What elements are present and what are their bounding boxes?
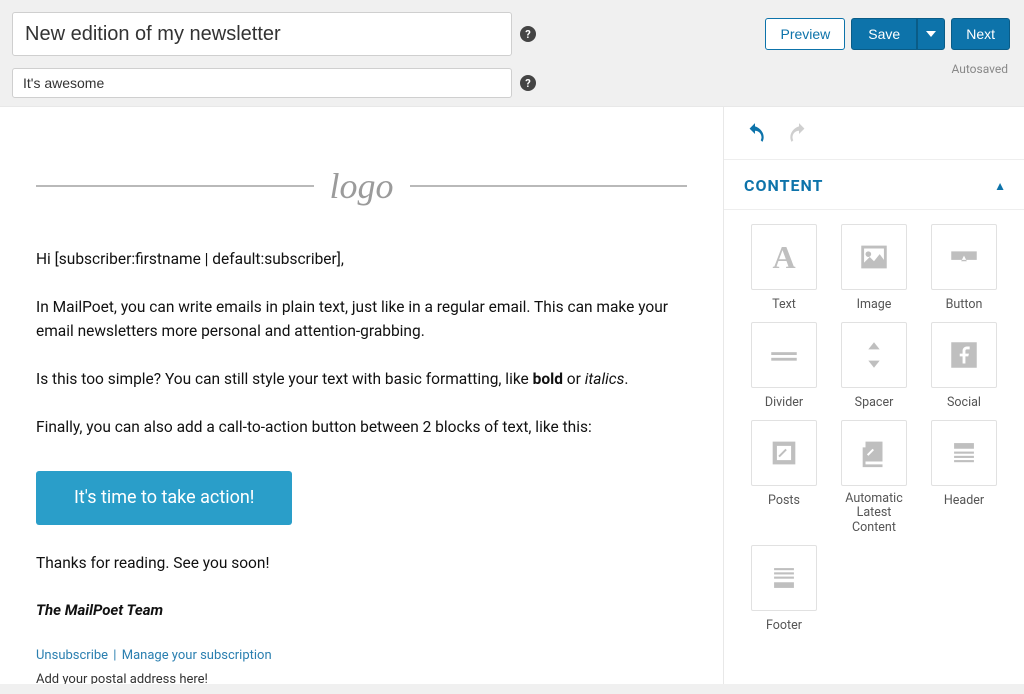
redo-icon xyxy=(786,121,812,147)
undo-button[interactable] xyxy=(742,121,768,151)
button-icon xyxy=(947,240,981,274)
text-icon: A xyxy=(772,239,795,276)
sidebar: CONTENT ▲ A Text Image Button xyxy=(724,106,1024,684)
footer-icon xyxy=(767,561,801,595)
block-divider[interactable]: Divider xyxy=(744,322,824,410)
preview-button[interactable]: Preview xyxy=(765,18,845,50)
manage-subscription-link[interactable]: Manage your subscription xyxy=(122,648,272,663)
newsletter-body[interactable]: Hi [subscriber:firstname | default:subsc… xyxy=(36,247,687,684)
history-toolbar xyxy=(724,107,1024,160)
formatting-paragraph: Is this too simple? You can still style … xyxy=(36,367,687,391)
undo-icon xyxy=(742,121,768,147)
logo-text: logo xyxy=(330,165,394,207)
automatic-latest-content-icon xyxy=(857,436,891,470)
cta-intro-paragraph: Finally, you can also add a call-to-acti… xyxy=(36,415,687,439)
block-spacer[interactable]: Spacer xyxy=(834,322,914,410)
editor-canvas[interactable]: logo Hi [subscriber:firstname | default:… xyxy=(0,106,724,684)
divider-icon xyxy=(767,338,801,372)
unsubscribe-link[interactable]: Unsubscribe xyxy=(36,648,108,663)
divider-left xyxy=(36,185,314,187)
next-button[interactable]: Next xyxy=(951,18,1010,50)
spacer-icon xyxy=(857,338,891,372)
header-icon xyxy=(947,436,981,470)
posts-icon xyxy=(767,436,801,470)
subject-help-icon[interactable]: ? xyxy=(520,26,536,42)
block-image[interactable]: Image xyxy=(834,224,914,312)
collapse-icon: ▲ xyxy=(994,179,1006,193)
redo-button xyxy=(786,121,812,151)
footer-links: Unsubscribe | Manage your subscription xyxy=(36,646,687,666)
content-panel-title: CONTENT xyxy=(744,176,823,195)
autosaved-status: Autosaved xyxy=(951,56,1010,98)
signature: The MailPoet Team xyxy=(36,599,687,622)
intro-paragraph: In MailPoet, you can write emails in pla… xyxy=(36,295,687,343)
block-automatic-latest-content[interactable]: Automatic Latest Content xyxy=(834,420,914,535)
block-button[interactable]: Button xyxy=(924,224,1004,312)
block-posts[interactable]: Posts xyxy=(744,420,824,535)
divider-right xyxy=(410,185,688,187)
image-icon xyxy=(857,240,891,274)
block-footer[interactable]: Footer xyxy=(744,545,824,633)
cta-button[interactable]: It's time to take action! xyxy=(36,471,292,525)
social-icon xyxy=(947,338,981,372)
preheader-help-icon[interactable]: ? xyxy=(520,75,536,91)
preheader-input[interactable] xyxy=(12,68,512,98)
outro-paragraph: Thanks for reading. See you soon! xyxy=(36,551,687,575)
block-header[interactable]: Header xyxy=(924,420,1004,535)
save-button-group: Save xyxy=(851,18,945,50)
save-dropdown-button[interactable] xyxy=(917,18,945,50)
subject-input[interactable] xyxy=(12,12,512,56)
block-text[interactable]: A Text xyxy=(744,224,824,312)
save-button[interactable]: Save xyxy=(851,18,917,50)
content-panel-header[interactable]: CONTENT ▲ xyxy=(724,160,1024,210)
top-bar: ? Preview Save Next ? Autosaved xyxy=(0,0,1024,106)
block-social[interactable]: Social xyxy=(924,322,1004,410)
chevron-down-icon xyxy=(926,31,936,37)
content-blocks-grid: A Text Image Button Divider xyxy=(724,210,1024,647)
greeting-line: Hi [subscriber:firstname | default:subsc… xyxy=(36,247,687,271)
logo-block: logo xyxy=(36,165,687,207)
postal-address-placeholder: Add your postal address here! xyxy=(36,670,687,684)
